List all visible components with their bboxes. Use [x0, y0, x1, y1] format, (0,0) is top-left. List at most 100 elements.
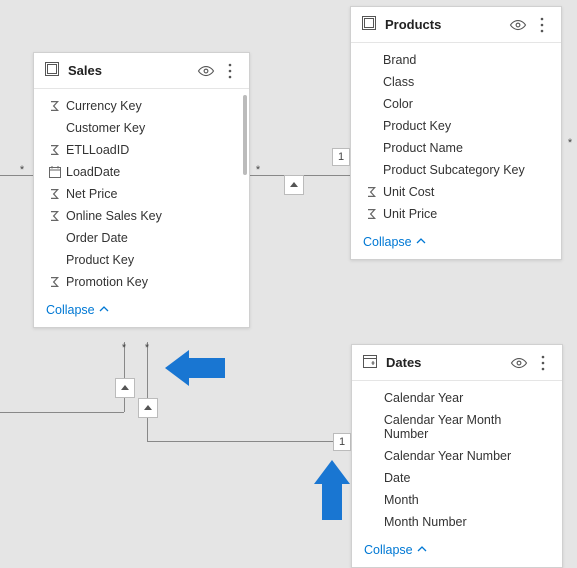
- field-label: Promotion Key: [66, 275, 148, 289]
- field-label: Color: [383, 97, 413, 111]
- cardinality-many: *: [14, 162, 30, 178]
- field-label: Calendar Year: [384, 391, 463, 405]
- field-label: Calendar Year Number: [384, 449, 511, 463]
- sigma-icon: [44, 275, 66, 289]
- field-row[interactable]: Brand: [351, 49, 561, 71]
- cardinality-many: *: [139, 340, 155, 356]
- field-row[interactable]: Calendar Year: [352, 387, 562, 409]
- field-label: Class: [383, 75, 414, 89]
- field-row[interactable]: Unit Cost: [351, 181, 561, 203]
- filter-direction-icon: [138, 398, 158, 418]
- field-label: Unit Price: [383, 207, 437, 221]
- field-label: ETLLoadID: [66, 143, 129, 157]
- field-label: Brand: [383, 53, 416, 67]
- date-table-icon: [362, 353, 378, 372]
- cardinality-one: 1: [332, 148, 350, 166]
- visibility-icon[interactable]: [509, 16, 527, 34]
- field-label: Online Sales Key: [66, 209, 162, 223]
- field-list: Brand Class Color Product Key Product Name Pr…: [351, 43, 561, 229]
- sigma-icon: [44, 143, 66, 157]
- field-label: Calendar Year Month Number: [384, 413, 548, 441]
- sigma-icon: [361, 207, 383, 221]
- field-row[interactable]: Calendar Year Month Number: [352, 409, 562, 445]
- field-row[interactable]: Product Subcategory Key: [351, 159, 561, 181]
- visibility-icon[interactable]: [510, 354, 528, 372]
- field-row[interactable]: Calendar Year Number: [352, 445, 562, 467]
- field-row[interactable]: Product Name: [351, 137, 561, 159]
- field-row[interactable]: Promotion Key: [34, 271, 249, 293]
- table-icon: [44, 61, 60, 80]
- cardinality-many: *: [250, 162, 266, 178]
- annotation-arrow-icon: [165, 350, 225, 390]
- cardinality-many: *: [562, 135, 577, 151]
- table-header: Products: [351, 7, 561, 43]
- field-label: Product Key: [66, 253, 134, 267]
- line: [147, 342, 148, 442]
- table-dates[interactable]: Dates Calendar Year Calendar Year Month N…: [351, 344, 563, 568]
- field-row[interactable]: LoadDate: [34, 161, 249, 183]
- chevron-up-icon: [416, 235, 426, 249]
- field-row[interactable]: Order Date: [34, 227, 249, 249]
- field-list: Currency Key Customer Key ETLLoadID LoadDat…: [34, 89, 249, 297]
- cardinality-one: 1: [333, 433, 351, 451]
- table-products[interactable]: Products Brand Class Color Product Key Produ…: [350, 6, 562, 260]
- field-label: Month: [384, 493, 419, 507]
- field-label: Currency Key: [66, 99, 142, 113]
- field-row[interactable]: Product Key: [34, 249, 249, 271]
- more-icon[interactable]: [221, 62, 239, 80]
- field-label: Order Date: [66, 231, 128, 245]
- collapse-link[interactable]: Collapse: [351, 229, 561, 259]
- field-label: Customer Key: [66, 121, 145, 135]
- field-row[interactable]: Net Price: [34, 183, 249, 205]
- field-list: Calendar Year Calendar Year Month Number C…: [352, 381, 562, 537]
- field-row[interactable]: Date: [352, 467, 562, 489]
- field-label: Month Number: [384, 515, 467, 529]
- annotation-arrow-icon: [314, 460, 354, 520]
- sigma-icon: [361, 185, 383, 199]
- table-title: Sales: [68, 63, 191, 78]
- collapse-label: Collapse: [363, 235, 412, 249]
- field-row[interactable]: Customer Key: [34, 117, 249, 139]
- collapse-link[interactable]: Collapse: [352, 537, 562, 567]
- chevron-up-icon: [417, 543, 427, 557]
- field-row[interactable]: Month: [352, 489, 562, 511]
- field-row[interactable]: Color: [351, 93, 561, 115]
- table-icon: [361, 15, 377, 34]
- sigma-icon: [44, 99, 66, 113]
- field-row[interactable]: Unit Price: [351, 203, 561, 225]
- sigma-icon: [44, 209, 66, 223]
- table-title: Dates: [386, 355, 504, 370]
- table-title: Products: [385, 17, 503, 32]
- field-label: Product Subcategory Key: [383, 163, 525, 177]
- field-label: Product Key: [383, 119, 451, 133]
- field-label: Product Name: [383, 141, 463, 155]
- more-icon[interactable]: [533, 16, 551, 34]
- more-icon[interactable]: [534, 354, 552, 372]
- scrollbar[interactable]: [243, 95, 247, 175]
- field-label: LoadDate: [66, 165, 120, 179]
- field-row[interactable]: Online Sales Key: [34, 205, 249, 227]
- collapse-label: Collapse: [364, 543, 413, 557]
- collapse-label: Collapse: [46, 303, 95, 317]
- table-sales[interactable]: Sales Currency Key Customer Key ETLLoadID L…: [33, 52, 250, 328]
- field-label: Unit Cost: [383, 185, 434, 199]
- field-row[interactable]: Product Key: [351, 115, 561, 137]
- field-row[interactable]: Currency Key: [34, 95, 249, 117]
- line: [0, 412, 124, 413]
- field-label: Date: [384, 471, 410, 485]
- field-label: Net Price: [66, 187, 117, 201]
- visibility-icon[interactable]: [197, 62, 215, 80]
- field-row[interactable]: ETLLoadID: [34, 139, 249, 161]
- filter-direction-icon: [115, 378, 135, 398]
- collapse-link[interactable]: Collapse: [34, 297, 249, 327]
- cardinality-many: *: [116, 340, 132, 356]
- filter-direction-icon: [284, 175, 304, 195]
- line: [147, 441, 351, 442]
- sigma-icon: [44, 187, 66, 201]
- table-header: Sales: [34, 53, 249, 89]
- field-row[interactable]: Month Number: [352, 511, 562, 533]
- chevron-up-icon: [99, 303, 109, 317]
- table-header: Dates: [352, 345, 562, 381]
- field-row[interactable]: Class: [351, 71, 561, 93]
- date-icon: [44, 165, 66, 179]
